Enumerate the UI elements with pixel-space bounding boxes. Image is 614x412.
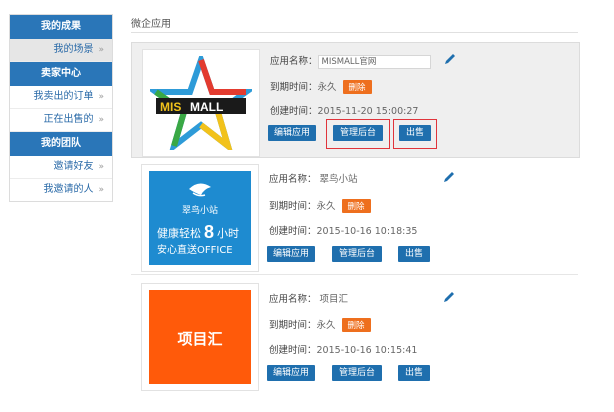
xiangmuhui-logo: 项目汇: [149, 290, 251, 384]
svg-text:健康轻松: 健康轻松: [157, 226, 201, 240]
edit-app-button[interactable]: 编辑应用: [268, 125, 316, 141]
delete-button[interactable]: 删除: [341, 318, 371, 332]
app-name-row: 应用名称： 项目汇: [269, 294, 349, 305]
sidebar-header-seller-center: 卖家中心: [10, 62, 112, 86]
app-created-row: 创建时间：2015-11-20 15:00:27: [270, 106, 419, 117]
app-card: 项目汇 应用名称： 项目汇 到期时间：永久 删除 创建时间：2015-10-16 1…: [131, 277, 578, 392]
sidebar-item-label: 正在出售的: [43, 114, 94, 125]
mismall-logo: MIS MALL: [150, 56, 252, 150]
chevron-right-icon: »: [98, 115, 104, 125]
app-expiry-row: 到期时间：永久 删除: [270, 79, 372, 94]
chevron-right-icon: »: [98, 45, 104, 55]
edit-app-button[interactable]: 编辑应用: [267, 365, 315, 381]
svg-text:MIS: MIS: [160, 100, 181, 114]
highlight-box: [326, 119, 390, 149]
svg-text:项目汇: 项目汇: [177, 330, 222, 348]
svg-text:安心直送OFFICE: 安心直送OFFICE: [157, 243, 233, 256]
sidebar-item-my-scenes[interactable]: 我的场景 »: [10, 39, 112, 62]
cuiniao-logo: 翠鸟小站 健康轻松 8 小时 安心直送OFFICE: [149, 171, 251, 265]
chevron-right-icon: »: [98, 92, 104, 102]
pencil-icon[interactable]: [442, 290, 456, 304]
app-created-row: 创建时间：2015-10-16 10:15:41: [269, 345, 418, 356]
sidebar-item-on-sale[interactable]: 正在出售的 »: [10, 109, 112, 132]
svg-text:8: 8: [204, 222, 214, 242]
app-thumbnail: 翠鸟小站 健康轻松 8 小时 安心直送OFFICE: [141, 164, 259, 272]
sidebar-item-sold-orders[interactable]: 我卖出的订单 »: [10, 86, 112, 109]
delete-button[interactable]: 删除: [341, 199, 371, 213]
sidebar-item-label: 邀请好友: [53, 161, 94, 172]
edit-app-button[interactable]: 编辑应用: [267, 246, 315, 262]
sidebar-header-achievements: 我的成果: [10, 15, 112, 39]
sidebar-item-invite-friends[interactable]: 邀请好友 »: [10, 156, 112, 179]
app-expiry-row: 到期时间：永久 删除: [269, 198, 371, 213]
app-name-row: 应用名称： 翠鸟小站: [269, 174, 358, 185]
sell-button[interactable]: 出售: [398, 246, 430, 262]
sidebar: 我的成果 我的场景 » 卖家中心 我卖出的订单 » 正在出售的 » 我的团队 邀请好友…: [9, 14, 113, 202]
app-expiry-row: 到期时间：永久 删除: [269, 317, 371, 332]
admin-button[interactable]: 管理后台: [332, 365, 382, 381]
chevron-right-icon: »: [98, 162, 104, 172]
admin-button[interactable]: 管理后台: [332, 246, 382, 262]
sidebar-item-invited-people[interactable]: 我邀请的人 »: [10, 179, 112, 201]
app-name-row: 应用名称： MISMALL官网: [270, 53, 431, 69]
svg-text:小时: 小时: [217, 227, 239, 240]
chevron-right-icon: »: [98, 185, 104, 195]
svg-text:MALL: MALL: [190, 100, 223, 114]
title-divider: [131, 32, 578, 33]
app-thumbnail: 项目汇: [141, 283, 259, 391]
app-created-row: 创建时间：2015-10-16 10:18:35: [269, 226, 418, 237]
pencil-icon[interactable]: [442, 170, 456, 184]
page-title: 微企应用: [131, 19, 171, 30]
sidebar-item-label: 我卖出的订单: [33, 91, 94, 102]
sidebar-header-my-team: 我的团队: [10, 132, 112, 156]
svg-text:翠鸟小站: 翠鸟小站: [182, 204, 218, 216]
app-card: MIS MALL 应用名称： MISMALL官网 到期时间：永久 删除 创建时间：2…: [131, 42, 580, 158]
highlight-box: [393, 119, 437, 149]
app-thumbnail: MIS MALL: [142, 49, 260, 157]
sidebar-item-label: 我的场景: [53, 44, 94, 55]
sidebar-item-label: 我邀请的人: [43, 184, 94, 195]
app-name-input[interactable]: MISMALL官网: [317, 54, 431, 69]
app-card: 翠鸟小站 健康轻松 8 小时 安心直送OFFICE 应用名称： 翠鸟小站 到期时间…: [131, 158, 578, 275]
delete-button[interactable]: 删除: [342, 80, 372, 94]
sell-button[interactable]: 出售: [398, 365, 430, 381]
pencil-icon[interactable]: [443, 52, 457, 66]
